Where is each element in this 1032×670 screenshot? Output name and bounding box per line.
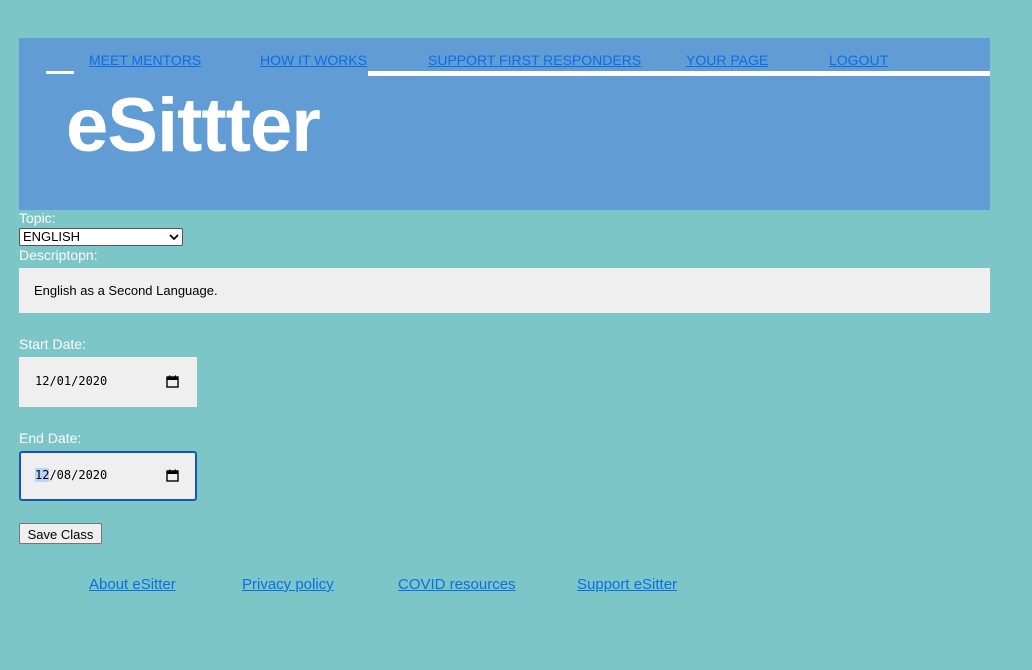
calendar-icon[interactable]	[166, 469, 179, 482]
topic-label: Topic:	[19, 210, 56, 226]
description-field[interactable]: English as a Second Language.	[19, 268, 990, 313]
end-date-month-selected: 12	[35, 468, 50, 482]
nav-logout[interactable]: LOGOUT	[829, 52, 888, 68]
start-date-label: Start Date:	[19, 336, 86, 352]
footer-covid-link[interactable]: COVID resources	[398, 576, 516, 593]
start-date-value: 12/01/2020	[35, 374, 107, 388]
description-label: Descriptopn:	[19, 247, 98, 263]
end-date-label: End Date:	[19, 430, 82, 446]
chevron-down-icon	[169, 229, 179, 251]
site-header: MEET MENTORS HOW IT WORKS SUPPORT FIRST …	[19, 38, 990, 210]
footer-privacy-link[interactable]: Privacy policy	[242, 576, 334, 593]
nav-support-first-responders[interactable]: SUPPORT FIRST RESPONDERS	[428, 52, 641, 68]
footer-support-link[interactable]: Support eSitter	[577, 576, 677, 593]
start-date-input[interactable]: 12/01/2020	[19, 357, 197, 407]
nav-how-it-works[interactable]: HOW IT WORKS	[260, 52, 367, 68]
calendar-icon[interactable]	[166, 375, 179, 388]
end-date-value: 12/08/2020	[35, 468, 107, 482]
end-date-input[interactable]: 12/08/2020	[19, 451, 197, 501]
nav-divider-dash	[46, 71, 74, 74]
footer-about-link[interactable]: About eSitter	[89, 576, 176, 593]
start-date-rest: /01/2020	[49, 374, 108, 388]
save-class-button[interactable]: Save Class	[19, 523, 102, 544]
end-date-rest: /08/2020	[49, 468, 108, 482]
nav-your-page[interactable]: YOUR PAGE	[686, 52, 768, 68]
topic-select[interactable]: ENGLISH	[19, 228, 183, 246]
start-date-month: 12	[35, 374, 50, 388]
nav-meet-mentors[interactable]: MEET MENTORS	[89, 52, 201, 68]
nav-divider-line	[368, 71, 990, 76]
topic-selected-value: ENGLISH	[23, 229, 81, 244]
site-logo: eSittter	[66, 83, 321, 168]
